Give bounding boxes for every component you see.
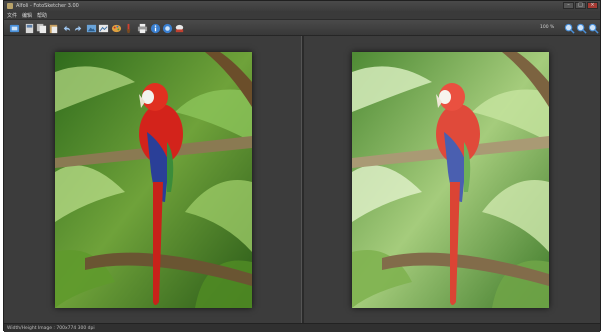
app-window: Alfoli - FotoSketcher 3.00 – □ × 文件 编辑 帮… [3,0,601,332]
original-parrot-photo [55,52,252,308]
minimize-button[interactable]: – [563,2,574,9]
paste-icon [49,24,57,33]
paint-palette-icon [111,24,121,32]
save-icon [25,23,33,33]
zoom-out-button[interactable] [575,22,587,34]
menu-bar: 文件 编辑 帮助 [4,11,600,19]
info-button[interactable] [149,22,161,34]
zoom-in-button[interactable] [563,22,575,34]
menu-help[interactable]: 帮助 [37,12,47,19]
painted-photo [352,52,549,308]
save-button[interactable] [23,22,35,34]
brush-button[interactable] [122,22,134,34]
zoom-in-icon [564,23,575,34]
zoom-out-icon [576,23,587,34]
title-bar[interactable]: Alfoli - FotoSketcher 3.00 – □ × [4,1,600,11]
brush-icon [126,23,130,33]
original-photo [55,52,252,308]
print-button[interactable] [136,22,148,34]
window-controls: – □ × [563,2,598,9]
zoom-level-label: 100 % [540,25,555,30]
info-icon [150,23,160,33]
menu-file[interactable]: 文件 [7,12,17,19]
painted-parrot-image [352,52,549,308]
original-image-pane[interactable] [4,36,301,323]
maximize-button[interactable]: □ [575,2,586,9]
paste-button[interactable] [47,22,59,34]
open-button[interactable] [8,22,20,34]
zoom-fit-button[interactable] [587,22,599,34]
image-button[interactable] [85,22,97,34]
redo-icon [74,25,81,31]
undo-icon [63,25,70,31]
image-icon [86,24,96,32]
help-button[interactable] [161,22,173,34]
palette-button[interactable] [110,22,122,34]
copy-button[interactable] [35,22,47,34]
toolbar: 100 % [4,19,600,36]
drawing-icon [98,24,108,32]
undo-button[interactable] [60,22,72,34]
redo-button[interactable] [72,22,84,34]
window-title: Alfoli - FotoSketcher 3.00 [16,3,79,9]
close-button[interactable]: × [587,2,598,9]
about-icon [175,24,183,32]
menu-edit[interactable]: 编辑 [22,12,32,19]
copy-icon [36,23,46,33]
print-icon [137,23,147,33]
drawing-button[interactable] [97,22,109,34]
workspace [4,36,600,323]
zoom-fit-icon [588,23,599,34]
help-icon [162,23,172,33]
sketch-result-pane[interactable] [304,36,600,323]
about-button[interactable] [173,22,185,34]
open-icon [9,24,19,32]
image-info-text: Width/Height Image : 700x774 300 dpi [7,325,95,331]
app-logo-icon [7,3,13,9]
